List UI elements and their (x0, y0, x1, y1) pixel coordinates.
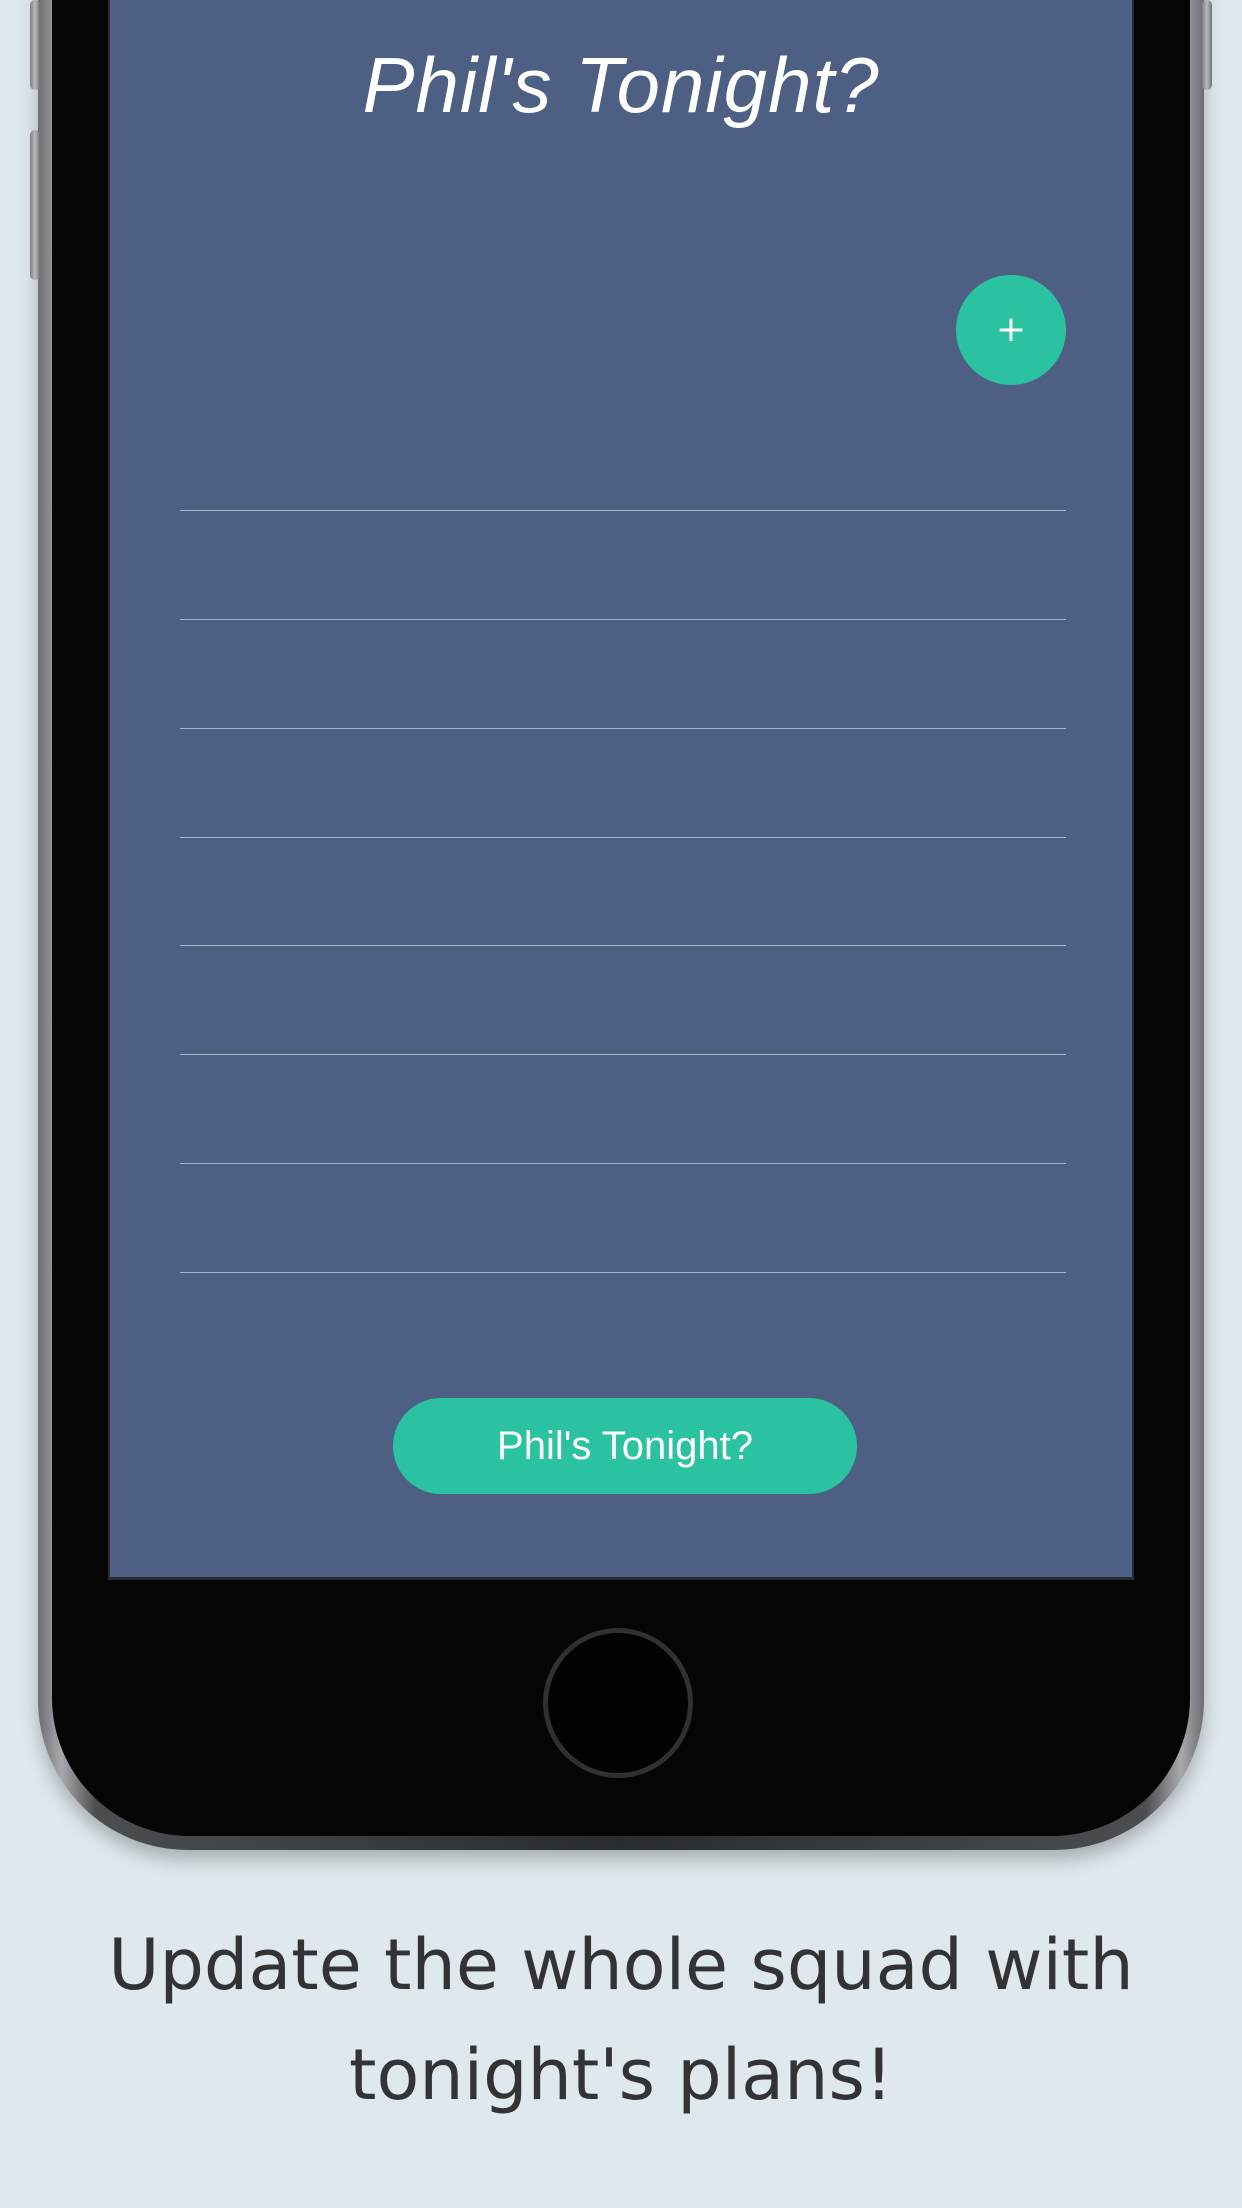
app-title: Phil's Tonight? (362, 41, 880, 129)
plan-entry-line[interactable] (180, 945, 1066, 946)
phone-mute-switch (30, 0, 40, 90)
phils-tonight-button[interactable]: Phil's Tonight? (393, 1398, 857, 1494)
plan-entry-line[interactable] (180, 1272, 1066, 1273)
plus-icon: + (995, 309, 1027, 350)
plan-entry-line[interactable] (180, 837, 1066, 838)
plan-entry-line[interactable] (180, 619, 1066, 620)
plan-entry-line[interactable] (180, 728, 1066, 729)
plan-entry-line[interactable] (180, 1054, 1066, 1055)
phone-volume-button (30, 130, 40, 280)
marketing-caption: Update the whole squad with tonight's pl… (0, 1910, 1242, 2130)
home-button (543, 1628, 693, 1778)
caption-line-1: Update the whole squad with (108, 1924, 1134, 2006)
app-screen: Phil's Tonight? + Phil's Tonight? (108, 0, 1134, 1580)
phone-power-button (1202, 0, 1212, 90)
caption-line-2: tonight's plans! (349, 2034, 893, 2116)
plan-entry-line[interactable] (180, 510, 1066, 511)
add-plan-button[interactable]: + (956, 275, 1066, 385)
plan-entry-line[interactable] (180, 1163, 1066, 1164)
